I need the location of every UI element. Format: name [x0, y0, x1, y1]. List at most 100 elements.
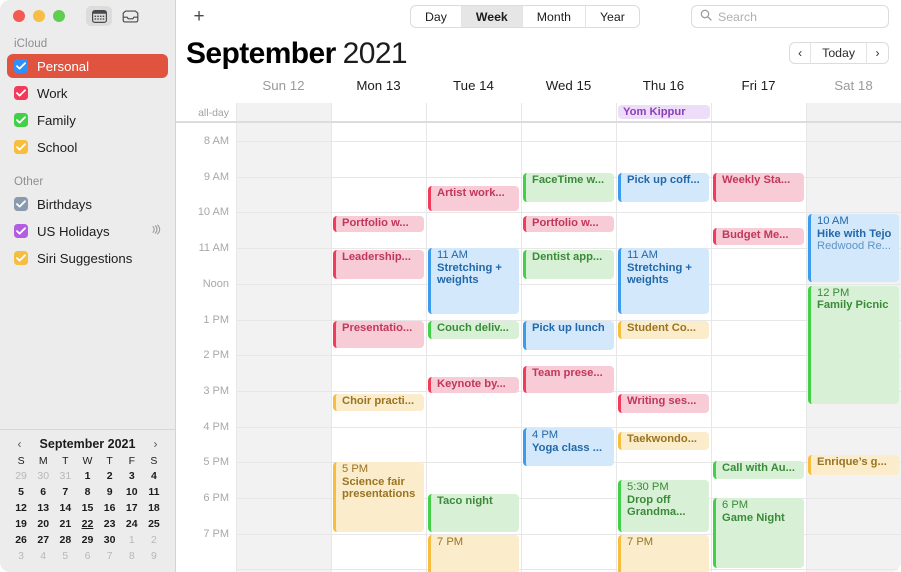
- calendar-event[interactable]: 11 AM Stretching + weights: [428, 248, 519, 315]
- mini-day-cell[interactable]: 23: [99, 517, 121, 532]
- mini-day-cell[interactable]: 22: [76, 517, 98, 532]
- day-column-5[interactable]: Weekly Sta... Budget Me... Call with Au...…: [711, 123, 806, 572]
- day-column-2[interactable]: Artist work... 11 AM Stretching + weights C…: [426, 123, 521, 572]
- tab-day[interactable]: Day: [411, 6, 462, 27]
- calendar-event[interactable]: 5 PM Science fair presentations: [333, 462, 424, 533]
- mini-day-cell[interactable]: 6: [32, 485, 54, 500]
- inbox-icon[interactable]: [117, 6, 143, 26]
- close-window-button[interactable]: [13, 10, 25, 22]
- day-columns[interactable]: Portfolio w... Leadership... Presentatio..…: [236, 123, 901, 572]
- calendar-event[interactable]: Presentatio...: [333, 321, 424, 349]
- tab-month[interactable]: Month: [523, 6, 586, 27]
- sidebar-item-siri-suggestions[interactable]: Siri Suggestions: [7, 246, 168, 270]
- calendar-event[interactable]: Pick up lunch: [523, 321, 614, 351]
- calendar-event[interactable]: 4 PM Yoga class ...: [523, 428, 614, 467]
- mini-day-cell[interactable]: 17: [121, 501, 143, 516]
- mini-calendar-grid[interactable]: S M T W T F S 29 30 31 1 2 3 4 5 6 7 8 9 10 11 12 13 14 15 16 17 18…: [10, 455, 165, 564]
- mini-day-cell[interactable]: 29: [10, 469, 32, 484]
- mini-day-cell[interactable]: 21: [54, 517, 76, 532]
- mini-day-cell[interactable]: 4: [143, 469, 165, 484]
- day-column-6[interactable]: 10 AM Hike with Tejo Redwood Re... 12 PM Fam…: [806, 123, 901, 572]
- mini-day-cell[interactable]: 30: [99, 533, 121, 548]
- tab-week[interactable]: Week: [461, 6, 523, 27]
- mini-day-cell[interactable]: 26: [10, 533, 32, 548]
- mini-day-cell[interactable]: 10: [121, 485, 143, 500]
- mini-day-cell[interactable]: 25: [143, 517, 165, 532]
- all-day-cell-5[interactable]: [711, 103, 806, 121]
- calendar-event[interactable]: 5:30 PM Drop off Grandma...: [618, 480, 709, 533]
- calendar-event[interactable]: Call with Au...: [713, 460, 804, 479]
- checkbox-icon[interactable]: [14, 59, 28, 73]
- add-event-button[interactable]: +: [188, 7, 210, 26]
- calendar-event[interactable]: 6 PM Game Night: [713, 498, 804, 568]
- checkbox-icon[interactable]: [14, 86, 28, 100]
- sidebar-item-us-holidays[interactable]: US Holidays: [7, 219, 168, 243]
- mini-day-cell[interactable]: 7: [99, 549, 121, 564]
- calendar-event[interactable]: Writing ses...: [618, 394, 709, 413]
- calendar-event[interactable]: Artist work...: [428, 185, 519, 211]
- day-column-0[interactable]: [236, 123, 331, 572]
- mini-day-cell[interactable]: 15: [76, 501, 98, 516]
- mini-day-cell[interactable]: 6: [76, 549, 98, 564]
- mini-day-cell[interactable]: 3: [10, 549, 32, 564]
- mini-day-cell[interactable]: 29: [76, 533, 98, 548]
- checkbox-icon[interactable]: [14, 224, 28, 238]
- calendar-event[interactable]: Enrique’s g...: [808, 455, 899, 476]
- calendar-event[interactable]: Taco night: [428, 494, 519, 533]
- tab-year[interactable]: Year: [586, 6, 639, 27]
- all-day-event[interactable]: Yom Kippur: [618, 105, 710, 119]
- mini-day-cell[interactable]: 5: [10, 485, 32, 500]
- mini-next-month-button[interactable]: ›: [149, 437, 162, 451]
- checkbox-icon[interactable]: [14, 197, 28, 211]
- calendar-event[interactable]: 11 AM Stretching + weights: [618, 248, 709, 315]
- mini-day-cell[interactable]: 18: [143, 501, 165, 516]
- minimize-window-button[interactable]: [33, 10, 45, 22]
- mini-day-cell[interactable]: 9: [143, 549, 165, 564]
- mini-day-cell[interactable]: 30: [32, 469, 54, 484]
- mini-day-cell[interactable]: 2: [99, 469, 121, 484]
- mini-day-cell[interactable]: 24: [121, 517, 143, 532]
- sidebar-item-school[interactable]: School: [7, 135, 168, 159]
- calendar-event[interactable]: Taekwondo...: [618, 431, 709, 451]
- calendar-view-icon[interactable]: [86, 6, 112, 26]
- sidebar-item-personal[interactable]: Personal: [7, 54, 168, 78]
- next-week-button[interactable]: ›: [867, 43, 888, 63]
- all-day-cell-3[interactable]: [521, 103, 616, 121]
- calendar-event[interactable]: Leadership...: [333, 249, 424, 279]
- checkbox-icon[interactable]: [14, 140, 28, 154]
- calendar-event[interactable]: 7 PM: [618, 535, 709, 572]
- calendar-event[interactable]: Portfolio w...: [333, 215, 424, 233]
- mini-day-cell[interactable]: 14: [54, 501, 76, 516]
- today-button[interactable]: Today: [811, 43, 867, 63]
- checkbox-icon[interactable]: [14, 251, 28, 265]
- mini-day-cell[interactable]: 16: [99, 501, 121, 516]
- zoom-window-button[interactable]: [53, 10, 65, 22]
- mini-day-cell[interactable]: 7: [54, 485, 76, 500]
- calendar-event[interactable]: Choir practi...: [333, 394, 424, 411]
- all-day-cell-1[interactable]: [331, 103, 426, 121]
- calendar-event[interactable]: Pick up coff...: [618, 173, 709, 202]
- mini-day-cell[interactable]: 1: [76, 469, 98, 484]
- mini-day-cell[interactable]: 20: [32, 517, 54, 532]
- calendar-event[interactable]: Dentist app...: [523, 249, 614, 279]
- mini-day-cell[interactable]: 19: [10, 517, 32, 532]
- checkbox-icon[interactable]: [14, 113, 28, 127]
- mini-day-cell[interactable]: 2: [143, 533, 165, 548]
- mini-day-cell[interactable]: 28: [54, 533, 76, 548]
- mini-day-cell[interactable]: 11: [143, 485, 165, 500]
- calendar-event[interactable]: Team prese...: [523, 365, 614, 393]
- mini-day-cell[interactable]: 12: [10, 501, 32, 516]
- mini-day-cell[interactable]: 27: [32, 533, 54, 548]
- calendar-event[interactable]: 10 AM Hike with Tejo Redwood Re...: [808, 214, 899, 283]
- all-day-cells[interactable]: Yom Kippur: [236, 103, 901, 121]
- search-input[interactable]: Search: [718, 10, 757, 24]
- mini-day-cell[interactable]: 8: [76, 485, 98, 500]
- day-column-4[interactable]: Pick up coff... 11 AM Stretching + weights…: [616, 123, 711, 572]
- sidebar-item-family[interactable]: Family: [7, 108, 168, 132]
- sidebar-item-birthdays[interactable]: Birthdays: [7, 192, 168, 216]
- mini-day-cell[interactable]: 4: [32, 549, 54, 564]
- mini-day-cell[interactable]: 13: [32, 501, 54, 516]
- day-column-1[interactable]: Portfolio w... Leadership... Presentatio..…: [331, 123, 426, 572]
- mini-day-cell[interactable]: 31: [54, 469, 76, 484]
- calendar-event[interactable]: Portfolio w...: [523, 215, 614, 233]
